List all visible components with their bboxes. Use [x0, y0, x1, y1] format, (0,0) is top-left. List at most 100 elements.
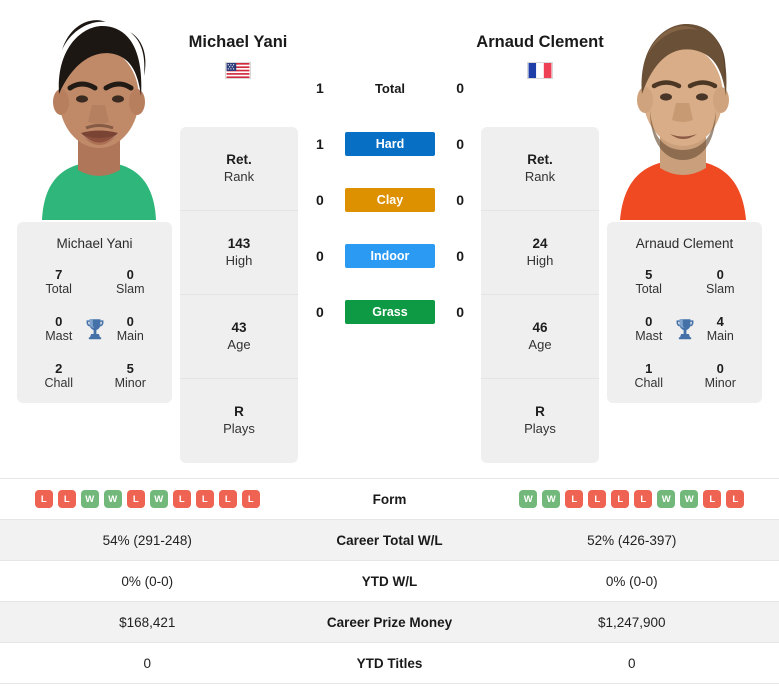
title-slam-left-value: 0 — [126, 267, 134, 282]
h2h-hard-right: 0 — [456, 136, 464, 152]
stat-age-right: 46 Age — [481, 295, 599, 379]
stat-rank-right-label: Rank — [524, 168, 556, 184]
title-chall-right: 1 Chall — [613, 361, 685, 391]
title-slam-right: 0 Slam — [685, 267, 757, 297]
ytd-titles-label: YTD Titles — [356, 655, 423, 671]
title-slam-left: 0 Slam — [95, 267, 167, 297]
stat-plays-left-value: R — [234, 404, 244, 420]
form-row-label: Form — [372, 491, 407, 507]
stat-rank-right: Ret. Rank — [481, 127, 599, 211]
h2h-hard-left: 1 — [316, 136, 324, 152]
portrait-right-image — [602, 10, 765, 220]
title-slam-left-label: Slam — [116, 282, 145, 297]
titles-grid-left: 7 Total 0 Slam 0 Mast 0 Main 2 Chall 5 M… — [23, 267, 166, 391]
form-badge-win[interactable]: W — [680, 490, 699, 508]
form-badge-loss[interactable]: L — [172, 490, 191, 508]
ytd-titles-left: 0 — [143, 655, 151, 671]
player-name-right: Arnaud Clement — [476, 33, 604, 51]
table-row-ytd-titles: 0 YTD Titles 0 — [0, 643, 779, 684]
form-badge-loss[interactable]: L — [634, 490, 653, 508]
portrait-left-image — [18, 10, 181, 220]
comparison-stat-table: LLWWLWLLLL Form WWLLLLWWLL 54% (291-248)… — [0, 478, 779, 684]
stat-high-right-value: 24 — [532, 235, 548, 251]
form-badge-loss[interactable]: L — [241, 490, 260, 508]
form-badge-win[interactable]: W — [657, 490, 676, 508]
table-row-career-total-wl: 54% (291-248) Career Total W/L 52% (426-… — [0, 520, 779, 561]
table-row-career-prize-money: $168,421 Career Prize Money $1,247,900 — [0, 602, 779, 643]
title-chall-left-label: Chall — [44, 376, 74, 391]
surface-badge-grass[interactable]: Grass — [345, 300, 435, 324]
stat-age-left-value: 43 — [231, 319, 247, 335]
stat-column-right: Ret. Rank 24 High 46 Age R Plays — [481, 127, 599, 463]
stat-high-right-label: High — [526, 252, 554, 268]
title-chall-left-value: 2 — [55, 361, 63, 377]
career-prize-money-right: $1,247,900 — [597, 614, 666, 630]
h2h-total-left: 1 — [316, 80, 324, 96]
title-chall-right-label: Chall — [634, 376, 664, 391]
form-badge-loss[interactable]: L — [611, 490, 630, 508]
ytd-wl-right: 0% (0-0) — [605, 573, 658, 589]
form-badge-win[interactable]: W — [519, 490, 538, 508]
h2h-clay-right: 0 — [456, 192, 464, 208]
player-photo-left — [18, 10, 181, 220]
trophy-icon — [86, 319, 103, 340]
h2h-total-label: Total — [374, 80, 406, 96]
stat-plays-right-label: Plays — [524, 421, 556, 437]
title-minor-left-value: 5 — [126, 361, 134, 377]
title-chall-right-value: 1 — [645, 361, 653, 377]
us-flag-icon — [225, 62, 251, 80]
title-minor-left-label: Minor — [114, 376, 146, 391]
stat-age-right-label: Age — [528, 336, 552, 352]
player-card-right: Arnaud Clement 5 Total 0 Slam 0 Mast 4 M… — [607, 222, 762, 404]
comparison-header: Michael Yani Arnaud Clement 1 Total 0 1 … — [0, 0, 779, 478]
surface-badge-hard[interactable]: Hard — [345, 132, 435, 156]
form-badge-loss[interactable]: L — [726, 490, 745, 508]
h2h-row-clay: 0 Clay 0 — [300, 172, 480, 228]
fr-flag-icon — [527, 62, 553, 80]
player-card-name-right: Arnaud Clement — [635, 236, 734, 251]
career-total-wl-right: 52% (426-397) — [587, 532, 677, 548]
player-card-name-left: Michael Yani — [56, 236, 133, 251]
form-badge-win[interactable]: W — [149, 490, 168, 508]
surface-badge-indoor[interactable]: Indoor — [345, 244, 435, 268]
title-slam-right-label: Slam — [706, 282, 735, 297]
ytd-wl-left: 0% (0-0) — [121, 573, 174, 589]
stat-column-left: Ret. Rank 143 High 43 Age R Plays — [180, 127, 298, 463]
stat-high-left-label: High — [225, 252, 253, 268]
form-badge-loss[interactable]: L — [218, 490, 237, 508]
stat-age-left: 43 Age — [180, 295, 298, 379]
title-total-right: 5 Total — [613, 267, 685, 297]
ytd-titles-right: 0 — [627, 655, 636, 671]
form-badge-loss[interactable]: L — [34, 490, 53, 508]
player-name-left: Michael Yani — [188, 33, 288, 51]
surface-badge-clay[interactable]: Clay — [345, 188, 435, 212]
form-badge-loss[interactable]: L — [57, 490, 76, 508]
ytd-wl-label: YTD W/L — [361, 573, 418, 589]
career-prize-money-left: $168,421 — [119, 614, 176, 630]
h2h-total-right: 0 — [456, 80, 464, 96]
form-badge-win[interactable]: W — [80, 490, 99, 508]
form-strip-left: LLWWLWLLLL — [0, 490, 295, 508]
title-total-left: 7 Total — [23, 267, 95, 297]
form-badge-loss[interactable]: L — [126, 490, 145, 508]
title-slam-right-value: 0 — [716, 267, 724, 282]
form-badge-win[interactable]: W — [542, 490, 561, 508]
career-total-wl-left: 54% (291-248) — [102, 532, 192, 548]
h2h-grass-left: 0 — [316, 304, 324, 320]
table-row-form: LLWWLWLLLL Form WWLLLLWWLL — [0, 479, 779, 520]
form-badge-loss[interactable]: L — [195, 490, 214, 508]
form-strip-right: WWLLLLWWLL — [485, 490, 779, 508]
title-total-right-value: 5 — [645, 267, 653, 282]
stat-high-right: 24 High — [481, 211, 599, 295]
stat-rank-right-value: Ret. — [527, 151, 553, 167]
form-badge-win[interactable]: W — [103, 490, 122, 508]
form-badge-loss[interactable]: L — [588, 490, 607, 508]
stat-plays-left-label: Plays — [223, 421, 255, 437]
player-card-left: Michael Yani 7 Total 0 Slam 0 Mast 0 Mai… — [17, 222, 172, 404]
form-badge-loss[interactable]: L — [565, 490, 584, 508]
form-badge-loss[interactable]: L — [703, 490, 722, 508]
stat-high-left-value: 143 — [227, 235, 251, 251]
h2h-row-total: 1 Total 0 — [300, 60, 480, 116]
title-total-right-label: Total — [635, 282, 662, 297]
title-minor-right-label: Minor — [704, 376, 736, 391]
